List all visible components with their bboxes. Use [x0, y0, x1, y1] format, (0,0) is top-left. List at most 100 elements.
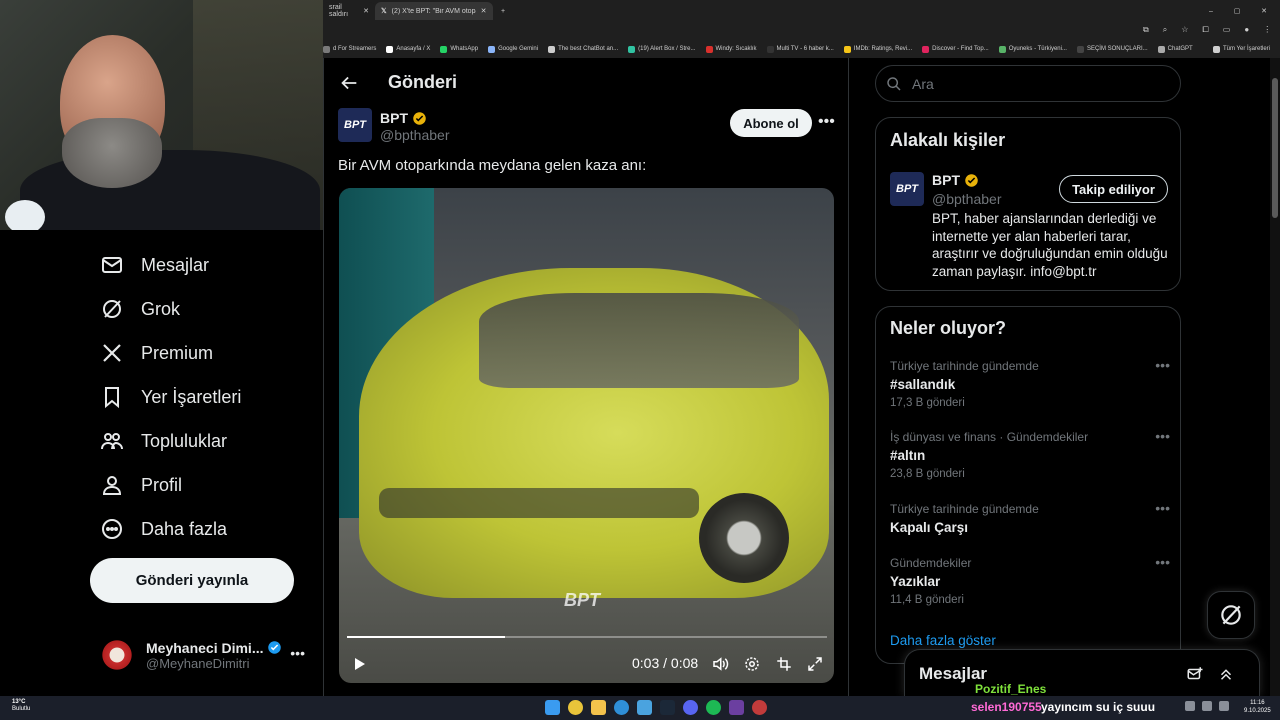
- maximize-icon[interactable]: ▢: [1234, 7, 1241, 15]
- search-input[interactable]: [910, 74, 1160, 93]
- related-name[interactable]: BPT: [932, 172, 960, 188]
- bookmark-item[interactable]: Google Gemini: [488, 45, 538, 53]
- bookmark-label: WhatsApp: [450, 46, 479, 52]
- back-arrow-icon[interactable]: [338, 72, 360, 94]
- avatar: [100, 638, 134, 672]
- account-switcher[interactable]: Meyhaneci Dimi... @MeyhaneDimitri •••: [100, 630, 310, 680]
- more-horizontal-icon[interactable]: •••: [818, 113, 835, 131]
- taskbar-clock[interactable]: 11:16 9.10.2025: [1244, 699, 1271, 715]
- bookmark-item[interactable]: Tüm Yer İşaretleri: [1212, 45, 1270, 53]
- weather-widget[interactable]: 13°C Bulutlu: [12, 699, 30, 713]
- nav-item-profile[interactable]: Profil: [100, 467, 182, 503]
- page-scrollbar[interactable]: [1270, 58, 1280, 696]
- trend-name: Yazıklar: [890, 574, 941, 589]
- browser-tab-bar: srail saldırı ✕ 𝕏 (2) X'te BPT: "Bir AVM…: [323, 0, 1280, 20]
- nav-label: Premium: [141, 342, 214, 363]
- more-horizontal-icon[interactable]: •••: [1155, 357, 1170, 373]
- extensions-icon[interactable]: ⧠: [1202, 25, 1208, 35]
- bookmark-item[interactable]: d For Streamers: [323, 45, 376, 53]
- window-close-icon[interactable]: ✕: [1261, 7, 1267, 15]
- volume-icon[interactable]: [1219, 701, 1229, 711]
- video-time: 0:03 / 0:08: [632, 655, 699, 671]
- profile-icon[interactable]: ●: [1244, 25, 1249, 35]
- nav-item-grok[interactable]: Grok: [100, 291, 180, 327]
- picture-in-picture-icon[interactable]: [775, 655, 793, 673]
- cast-icon[interactable]: ⧉: [1143, 25, 1149, 35]
- bookmark-item[interactable]: IMDb: Ratings, Revi...: [843, 45, 912, 53]
- spotify-icon[interactable]: [706, 700, 721, 715]
- scrollbar-thumb[interactable]: [1272, 78, 1278, 218]
- minimize-icon[interactable]: –: [1209, 8, 1213, 15]
- trend-item[interactable]: Türkiye tarihinde gündemde Kapalı Çarşı …: [890, 500, 1170, 535]
- address-bar[interactable]: ⧉ ⌕ ☆ ⧠ ▭ ● ⋮: [323, 20, 1280, 40]
- communities-icon: [101, 433, 123, 450]
- new-message-icon[interactable]: [1186, 665, 1204, 683]
- messages-drawer[interactable]: Mesajlar: [904, 649, 1260, 696]
- grok-icon: [103, 300, 121, 318]
- chevron-up-icon[interactable]: [1217, 665, 1235, 683]
- grok-button[interactable]: [1207, 591, 1255, 639]
- clock-time: 11:16: [1250, 700, 1265, 706]
- nav-item-communities[interactable]: Topluluklar: [100, 423, 227, 459]
- nav-item-premium[interactable]: Premium: [100, 335, 213, 371]
- post-author[interactable]: BPT BPT @bpthaber: [338, 108, 449, 143]
- nav-item-bookmarks[interactable]: Yer İşaretleri: [100, 379, 241, 415]
- nav-item-messages[interactable]: Mesajlar: [100, 247, 209, 283]
- menu-icon[interactable]: ⋮: [1263, 25, 1271, 35]
- related-avatar[interactable]: BPT: [890, 172, 924, 206]
- subscribe-button[interactable]: Abone ol: [730, 109, 812, 137]
- chevron-up-icon[interactable]: [1185, 701, 1195, 711]
- zoom-icon[interactable]: ⌕: [1163, 25, 1167, 35]
- star-icon[interactable]: ☆: [1181, 25, 1188, 35]
- show-more-link[interactable]: Daha fazla göster: [890, 633, 996, 648]
- steam-icon[interactable]: [660, 700, 675, 715]
- store-icon[interactable]: [637, 700, 652, 715]
- bookmark-item[interactable]: Windy: Sıcaklık: [705, 45, 757, 53]
- settings-gear-icon[interactable]: [743, 655, 761, 673]
- post-button[interactable]: Gönderi yayınla: [90, 558, 294, 603]
- search-box[interactable]: [875, 65, 1181, 102]
- volume-icon[interactable]: [711, 655, 729, 673]
- tab-close-icon[interactable]: ✕: [481, 7, 487, 15]
- left-navigation: Mesajlar Grok Premium Yer İşaretleri Top…: [0, 230, 323, 696]
- bookmark-item[interactable]: WhatsApp: [440, 45, 479, 53]
- app-icon[interactable]: [729, 700, 744, 715]
- chrome-icon[interactable]: [568, 700, 583, 715]
- trend-item[interactable]: Gündemdekiler Yazıklar 11,4 B gönderi ••…: [890, 554, 1170, 606]
- more-horizontal-icon[interactable]: •••: [290, 645, 305, 661]
- bookmark-item[interactable]: The best ChatBot an...: [548, 45, 618, 53]
- logo-text: BPT: [896, 183, 918, 195]
- new-tab-icon[interactable]: +: [495, 2, 511, 20]
- play-icon[interactable]: [351, 656, 367, 672]
- following-button[interactable]: Takip ediliyor: [1059, 175, 1168, 203]
- browser-tab-active[interactable]: 𝕏 (2) X'te BPT: "Bir AVM otoparkı..." ✕: [375, 2, 493, 20]
- video-player[interactable]: BPT 0:03 / 0:08: [339, 188, 834, 683]
- more-horizontal-icon[interactable]: •••: [1155, 428, 1170, 444]
- trend-item[interactable]: Türkiye tarihinde gündemde #sallandık 17…: [890, 357, 1170, 409]
- video-progress-bar[interactable]: [347, 636, 827, 638]
- bookmark-item[interactable]: Oyuneks - Türkiyeni...: [998, 45, 1067, 53]
- edge-icon[interactable]: [614, 700, 629, 715]
- windows-start-icon[interactable]: [545, 700, 560, 715]
- author-avatar[interactable]: BPT: [338, 108, 372, 142]
- grok-icon: [1221, 605, 1241, 625]
- obs-icon[interactable]: [752, 700, 767, 715]
- more-horizontal-icon[interactable]: •••: [1155, 554, 1170, 570]
- sidepanel-icon[interactable]: ▭: [1223, 25, 1231, 35]
- bookmark-item[interactable]: Anasayfa / X: [386, 45, 430, 53]
- bookmark-item[interactable]: (19) Alert Box / Stre...: [628, 45, 696, 53]
- system-tray: [1185, 701, 1229, 711]
- network-icon[interactable]: [1202, 701, 1212, 711]
- more-horizontal-icon[interactable]: •••: [1155, 500, 1170, 516]
- nav-item-more[interactable]: Daha fazla: [100, 511, 227, 547]
- bookmark-item[interactable]: SEÇİM SONUÇLARI...: [1076, 45, 1148, 53]
- browser-tab[interactable]: srail saldırı ✕: [323, 2, 375, 20]
- bookmark-item[interactable]: Multi TV - 6 haber k...: [766, 45, 834, 53]
- bookmark-item[interactable]: Discover - Find Top...: [922, 45, 989, 53]
- discord-icon[interactable]: [683, 700, 698, 715]
- trend-item[interactable]: İş dünyası ve finans · Gündemdekiler #al…: [890, 428, 1170, 480]
- bookmark-item[interactable]: ChatGPT: [1157, 45, 1193, 53]
- file-explorer-icon[interactable]: [591, 700, 606, 715]
- fullscreen-icon[interactable]: [806, 655, 824, 673]
- tab-close-icon[interactable]: ✕: [363, 7, 369, 15]
